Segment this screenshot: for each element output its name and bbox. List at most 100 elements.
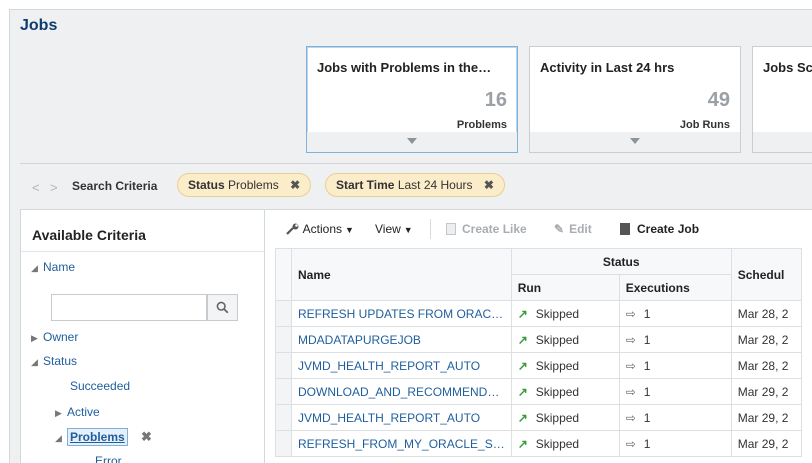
edit-label: Edit — [569, 222, 592, 236]
arrow-right-icon: ⇨ — [625, 306, 636, 321]
criteria-problems-label: Problems — [67, 428, 128, 446]
run-status: Skipped — [535, 410, 580, 425]
view-menu[interactable]: View ▼ — [375, 222, 413, 236]
run-cell: ↗ Skipped — [510, 430, 620, 457]
create-like-button[interactable]: Create Like — [446, 222, 527, 236]
toolbar: Actions ▼ View ▼ Create Like ✎ Edit Create … — [265, 210, 812, 248]
run-status: Skipped — [535, 358, 580, 373]
table-row[interactable]: JVMD_HEALTH_REPORT_AUTO ↗ Skipped ⇨ 1 Mar … — [275, 352, 802, 379]
remove-icon[interactable]: ✖ — [141, 429, 152, 445]
job-name-link[interactable]: REFRESH UPDATES FROM ORAC… — [291, 300, 512, 327]
expanded-triangle-icon: ◢ — [31, 357, 38, 367]
edit-button[interactable]: ✎ Edit — [554, 222, 592, 236]
criteria-name-label: Name — [43, 260, 76, 274]
row-selector-header — [275, 248, 292, 301]
job-name-link[interactable]: JVMD_HEALTH_REPORT_AUTO — [291, 352, 512, 379]
run-cell: ↗ Skipped — [510, 300, 620, 327]
chip-key: Status — [188, 178, 225, 192]
skipped-icon: ↗ — [517, 410, 528, 425]
table-row[interactable]: REFRESH_FROM_MY_ORACLE_S… ↗ Skipped ⇨ 1 Ma… — [275, 430, 802, 457]
row-selector[interactable] — [275, 404, 292, 431]
table-row[interactable]: REFRESH UPDATES FROM ORAC… ↗ Skipped ⇨ 1 M… — [275, 300, 802, 327]
criteria-active[interactable]: ▶ Active — [55, 405, 100, 419]
executions-count[interactable]: 1 — [644, 359, 651, 373]
actions-menu[interactable]: Actions ▼ — [286, 222, 354, 236]
column-header-status: Status — [510, 248, 732, 275]
criteria-status[interactable]: ◢ Status — [31, 354, 77, 368]
run-status: Skipped — [535, 306, 580, 321]
run-cell: ↗ Skipped — [510, 378, 620, 405]
criteria-problems[interactable]: ◢ Problems — [55, 428, 128, 446]
column-header-executions[interactable]: Executions — [618, 274, 732, 301]
criteria-owner[interactable]: ▶ Owner — [31, 330, 78, 344]
start-time-filter-chip[interactable]: Start Time Last 24 Hours ✖ — [325, 173, 505, 197]
search-criteria-bar: < > Search Criteria Status Problems ✖ St… — [20, 173, 812, 199]
activity-card-title: Activity in Last 24 hrs — [540, 60, 675, 75]
new-document-icon — [620, 223, 630, 235]
skipped-icon: ↗ — [517, 306, 528, 321]
executions-count[interactable]: 1 — [644, 333, 651, 347]
chevron-right-icon[interactable]: > — [50, 180, 58, 195]
schedule-cell: Mar 29, 2 — [730, 404, 802, 431]
collapsed-triangle-icon: ▶ — [31, 333, 38, 343]
jobs-scheduled-card-expander[interactable] — [753, 132, 812, 152]
column-header-run[interactable]: Run — [510, 274, 620, 301]
job-name-link[interactable]: DOWNLOAD_AND_RECOMMEND… — [291, 378, 512, 405]
run-cell: ↗ Skipped — [510, 404, 620, 431]
column-header-name[interactable]: Name — [291, 248, 512, 301]
run-status: Skipped — [535, 332, 580, 347]
job-name-link[interactable]: REFRESH_FROM_MY_ORACLE_S… — [291, 430, 512, 457]
arrow-right-icon: ⇨ — [625, 332, 636, 347]
table-row[interactable]: DOWNLOAD_AND_RECOMMEND… ↗ Skipped ⇨ 1 Mar … — [275, 378, 802, 405]
job-name-link[interactable]: JVMD_HEALTH_REPORT_AUTO — [291, 404, 512, 431]
problems-card-expander[interactable] — [307, 132, 517, 152]
table-row[interactable]: JVMD_HEALTH_REPORT_AUTO ↗ Skipped ⇨ 1 Mar … — [275, 404, 802, 431]
jobs-table-panel: Actions ▼ View ▼ Create Like ✎ Edit Create … — [265, 209, 812, 463]
executions-count[interactable]: 1 — [644, 307, 651, 321]
remove-icon[interactable]: ✖ — [484, 178, 494, 192]
problems-card[interactable]: Jobs with Problems in the… 16 Problems — [306, 46, 518, 153]
name-search-input[interactable] — [51, 294, 207, 321]
activity-card-expander[interactable] — [530, 132, 740, 152]
run-status: Skipped — [535, 436, 580, 451]
chevron-left-icon[interactable]: < — [32, 180, 40, 195]
actions-label: Actions — [302, 222, 343, 236]
row-selector[interactable] — [275, 430, 292, 457]
executions-count[interactable]: 1 — [644, 385, 651, 399]
table-row[interactable]: MDADATAPURGEJOB ↗ Skipped ⇨ 1 Mar 28, 2 — [275, 326, 802, 353]
create-job-button[interactable]: Create Job — [620, 222, 699, 236]
activity-card-label: Job Runs — [679, 119, 730, 131]
activity-card[interactable]: Activity in Last 24 hrs 49 Job Runs — [529, 46, 741, 153]
criteria-error[interactable]: Error — [95, 454, 122, 463]
run-status: Skipped — [535, 384, 580, 399]
caret-down-icon: ▼ — [345, 225, 354, 235]
row-selector[interactable] — [275, 326, 292, 353]
schedule-cell: Mar 28, 2 — [730, 326, 802, 353]
schedule-cell: Mar 29, 2 — [730, 430, 802, 457]
expanded-triangle-icon: ◢ — [55, 433, 62, 443]
chip-value: Problems — [228, 178, 279, 192]
row-selector[interactable] — [275, 352, 292, 379]
remove-icon[interactable]: ✖ — [290, 178, 300, 192]
row-selector[interactable] — [275, 378, 292, 405]
document-icon — [446, 223, 456, 235]
arrow-right-icon: ⇨ — [625, 436, 636, 451]
schedule-cell: Mar 28, 2 — [730, 300, 802, 327]
executions-cell: ⇨ 1 — [618, 378, 732, 405]
jobs-scheduled-card[interactable]: Jobs Sc — [752, 46, 812, 153]
column-header-schedule[interactable]: Schedul — [730, 248, 802, 301]
job-name-link[interactable]: MDADATAPURGEJOB — [291, 326, 512, 353]
search-icon — [216, 301, 229, 314]
skipped-icon: ↗ — [517, 436, 528, 451]
executions-count[interactable]: 1 — [644, 437, 651, 451]
activity-card-count: 49 — [707, 89, 730, 111]
pencil-icon: ✎ — [554, 222, 565, 236]
row-selector[interactable] — [275, 300, 292, 327]
search-button[interactable] — [207, 294, 238, 321]
problems-card-title: Jobs with Problems in the… — [317, 60, 492, 75]
criteria-name[interactable]: ◢ Name — [31, 260, 75, 274]
status-filter-chip[interactable]: Status Problems ✖ — [177, 173, 312, 197]
executions-count[interactable]: 1 — [644, 411, 651, 425]
criteria-succeeded[interactable]: Succeeded — [70, 379, 130, 393]
executions-cell: ⇨ 1 — [618, 326, 732, 353]
